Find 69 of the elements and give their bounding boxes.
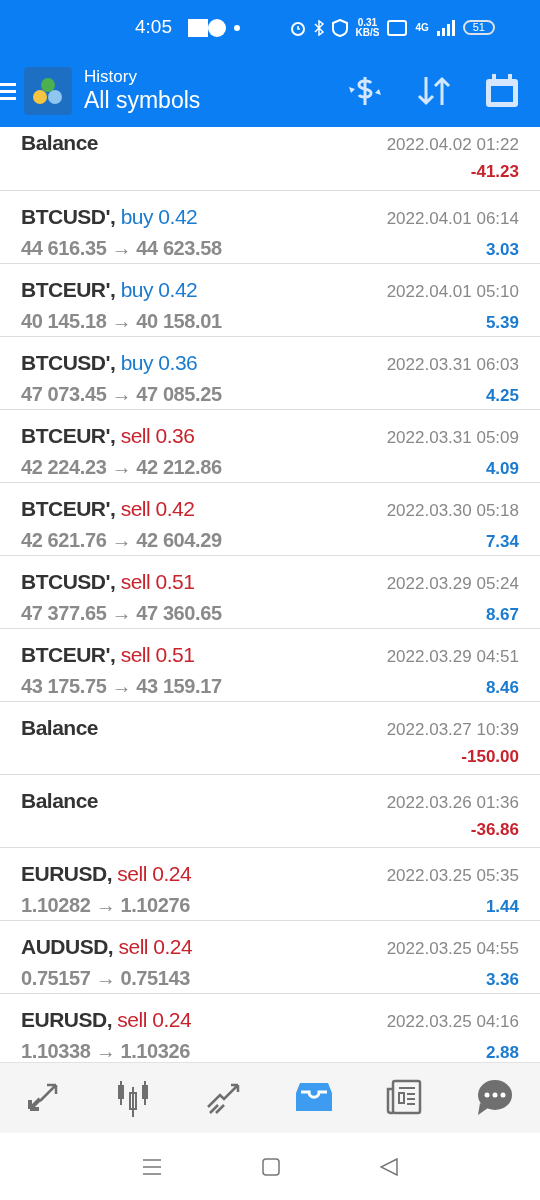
deal-title: EURUSD, sell 0.24: [21, 1007, 192, 1033]
deal-prices: 47 377.65 → 47 360.65: [21, 600, 222, 626]
deal-time: 2022.03.31 05:09: [386, 427, 519, 449]
speed-unit: KB/S: [355, 27, 380, 38]
deal-time: 2022.03.27 10:39: [386, 719, 519, 741]
deal-prices: 0.75157 → 0.75143: [21, 965, 190, 991]
deal-title: Balance: [21, 130, 99, 156]
deal-profit: 4.09: [485, 457, 519, 480]
screen-title: All symbols: [84, 86, 201, 115]
deal-title: BTCEUR', sell 0.51: [21, 642, 195, 668]
deal-profit: 7.34: [485, 530, 519, 553]
deal-time: 2022.03.25 04:55: [386, 938, 519, 960]
deal-prices: 44 616.35 → 44 623.58: [21, 235, 222, 261]
chat-bubble-icon: [476, 1079, 514, 1117]
deal-profit: -41.23: [470, 160, 519, 183]
deal-profit: 3.36: [485, 968, 519, 991]
battery-level: 51: [462, 20, 495, 35]
deal-time: 2022.03.31 06:03: [386, 354, 519, 376]
deal-profit: 3.03: [485, 238, 519, 261]
alarm-icon: [289, 19, 306, 36]
deal-profit: 5.39: [485, 311, 519, 334]
deal-prices: 40 145.18 → 40 158.01: [21, 308, 222, 334]
deal-title: BTCEUR', sell 0.36: [21, 423, 195, 449]
deal-title: BTCUSD', buy 0.42: [21, 204, 198, 230]
deal-prices: 43 175.75 → 43 159.17: [21, 673, 222, 699]
recents-icon[interactable]: [142, 1157, 162, 1176]
clock-time: 4:05: [135, 15, 172, 40]
deal-profit: 2.88: [485, 1041, 519, 1062]
deal-profit: -150.00: [461, 745, 519, 768]
deal-profit: 1.44: [485, 895, 519, 918]
deal-title: BTCUSD', buy 0.36: [21, 350, 198, 376]
deal-title: BTCEUR', sell 0.42: [21, 496, 195, 522]
deal-prices: 42 224.23 → 42 212.86: [21, 454, 222, 480]
deal-prices: 42 621.76 → 42 604.29: [21, 527, 222, 553]
deal-profit: 4.25: [485, 384, 519, 407]
deal-time: 2022.03.26 01:36: [386, 792, 519, 814]
calendar-icon: [484, 73, 520, 109]
deal-profit: 8.46: [485, 676, 519, 699]
deal-title: BTCUSD', sell 0.51: [21, 569, 195, 595]
deal-profit: -36.86: [470, 818, 519, 841]
dot-icon: [234, 24, 240, 31]
deal-title: EURUSD, sell 0.24: [21, 861, 192, 887]
app-logo-icon: [24, 67, 72, 115]
deal-prices: 47 073.45 → 47 085.25: [21, 381, 222, 407]
back-icon[interactable]: [380, 1157, 398, 1176]
deal-profit: 8.67: [485, 603, 519, 626]
deal-time: 2022.03.29 04:51: [386, 646, 519, 668]
deal-prices: 1.10338 → 1.10326: [21, 1038, 190, 1062]
deal-title: Balance: [21, 788, 99, 814]
deal-time: 2022.04.01 05:10: [386, 281, 519, 303]
deal-time: 2022.03.30 05:18: [386, 500, 519, 522]
deal-title: BTCEUR', buy 0.42: [21, 277, 198, 303]
signal-icon: [436, 19, 455, 36]
deal-time: 2022.04.01 06:14: [386, 208, 519, 230]
deal-time: 2022.03.25 04:16: [386, 1011, 519, 1033]
network-speed: 0.31: [356, 17, 379, 28]
screen-subtitle: History: [84, 67, 138, 87]
network-type: 4G: [415, 22, 429, 33]
deal-title: AUDUSD, sell 0.24: [21, 934, 193, 960]
deal-time: 2022.04.02 01:22: [386, 134, 519, 156]
deal-title: Balance: [21, 715, 99, 741]
deal-prices: 1.10282 → 1.10276: [21, 892, 190, 918]
bluetooth-icon: [313, 19, 324, 36]
newspaper-icon: [386, 1079, 424, 1117]
shield-icon: [331, 18, 348, 37]
home-icon[interactable]: [262, 1157, 280, 1176]
menu-icon: [0, 80, 16, 103]
deal-time: 2022.03.29 05:24: [386, 573, 519, 595]
deal-time: 2022.03.25 05:35: [386, 865, 519, 887]
